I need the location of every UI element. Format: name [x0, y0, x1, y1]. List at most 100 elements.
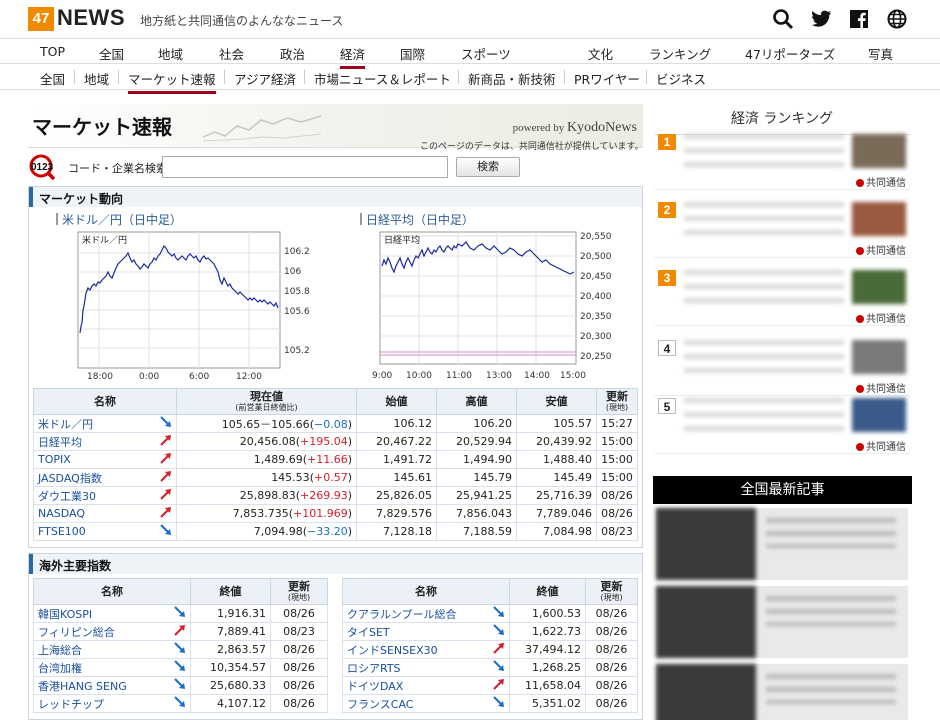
- close-value: 1,916.31: [190, 604, 271, 623]
- facebook-icon[interactable]: [848, 8, 870, 30]
- sub-nav: 全国 地域 マーケット速報 アジア経済 市場ニュース＆レポート 新商品・新技術 …: [0, 64, 940, 94]
- overseas-table-right: 名称 終値 更新 (現地) クアラルンプール総合 1,600.53 08/26 タイSE…: [342, 578, 638, 713]
- nav-47reporters[interactable]: 47リポーターズ: [745, 44, 835, 63]
- ranking-item[interactable]: 5 共同通信: [654, 396, 910, 454]
- ranking-item[interactable]: 3 共同通信: [654, 268, 910, 326]
- twitter-icon[interactable]: [810, 8, 832, 30]
- index-name-link[interactable]: ロシアRTS: [342, 658, 489, 677]
- index-name-link[interactable]: 上海総合: [33, 640, 170, 659]
- subnav-divider: [224, 70, 225, 84]
- index-name-link[interactable]: タイSET: [342, 622, 489, 641]
- news-thumbnail: [656, 586, 756, 658]
- subnav-asia[interactable]: アジア経済: [234, 69, 296, 88]
- trend-up-icon: [489, 640, 510, 659]
- market-row: FTSE100 7,094.98(−33.20) 7,128.18 7,188.59 7…: [33, 522, 638, 541]
- subnav-divider: [646, 70, 647, 84]
- index-name-link[interactable]: 台湾加権: [33, 658, 170, 677]
- usdjpy-chart: 米ドル／円 106.2 106 105.8 105.6 105.2 18:00 …: [77, 231, 310, 382]
- search-input[interactable]: [162, 156, 448, 178]
- high-value: 7,856.043: [436, 504, 517, 523]
- index-name-link[interactable]: インドSENSEX30: [342, 640, 489, 659]
- ranking-item[interactable]: 1 共同通信: [654, 132, 910, 190]
- ranking-item[interactable]: 4 共同通信: [654, 338, 910, 396]
- index-name-link[interactable]: ドイツDAX: [342, 676, 489, 695]
- news-card[interactable]: [656, 508, 908, 580]
- index-name-link[interactable]: 米ドル／円: [33, 414, 156, 433]
- price-change: −33.20: [306, 525, 348, 538]
- ranking-item[interactable]: 2 共同通信: [654, 200, 910, 258]
- subnav-prwire[interactable]: PRワイヤー: [574, 69, 640, 88]
- news-card[interactable]: [656, 664, 908, 720]
- ranking-title: 経済 ランキング: [654, 108, 910, 135]
- kyodo-icon: [856, 247, 864, 255]
- nav-region[interactable]: 地域: [158, 44, 183, 63]
- col-close: 終値: [509, 578, 586, 605]
- low-value: 1,488.40: [516, 450, 597, 469]
- index-name-link[interactable]: レッドチップ: [33, 694, 170, 713]
- site-tagline: 地方紙と共同通信のよんななニュース: [140, 14, 344, 28]
- overseas-row: レッドチップ 4,107.12 08/26: [33, 694, 328, 713]
- search-button[interactable]: 検索: [456, 157, 520, 177]
- low-value: 20,439.92: [516, 432, 597, 451]
- nikkei-chart-title[interactable]: 日経平均（日中足）: [360, 211, 474, 228]
- col-updated-sub: (現地): [600, 592, 623, 602]
- subnav-new-products[interactable]: 新商品・新技術: [468, 69, 556, 88]
- low-value: 25,716.39: [516, 486, 597, 505]
- subnav-region[interactable]: 地域: [84, 69, 109, 88]
- nav-photo[interactable]: 写真: [868, 44, 893, 63]
- nav-national[interactable]: 全国: [99, 44, 124, 63]
- logo-mark[interactable]: 47: [28, 7, 54, 31]
- subnav-national[interactable]: 全国: [40, 69, 65, 88]
- search-icon[interactable]: [772, 8, 794, 30]
- index-name-link[interactable]: フランスCAC: [342, 694, 489, 713]
- usdjpy-inner-label: 米ドル／円: [82, 234, 127, 246]
- index-name-link[interactable]: TOPIX: [33, 450, 156, 469]
- overseas-row: タイSET 1,622.73 08/26: [342, 622, 638, 641]
- news-thumbnail: [656, 664, 756, 720]
- logo-text[interactable]: NEWS: [57, 5, 125, 31]
- index-name-link[interactable]: NASDAQ: [33, 504, 156, 523]
- market-row: JASDAQ指数 145.53(+0.57) 145.61 145.79 145.49 1…: [33, 468, 638, 487]
- nav-sports[interactable]: スポーツ: [461, 44, 511, 63]
- nav-culture[interactable]: 文化: [588, 44, 613, 63]
- high-value: 7,188.59: [436, 522, 517, 541]
- index-name-link[interactable]: JASDAQ指数: [33, 468, 156, 487]
- news-card[interactable]: [656, 586, 908, 658]
- powered-brand: KyodoNews: [567, 120, 637, 135]
- nav-ranking[interactable]: ランキング: [649, 44, 711, 63]
- nikkei-xtick: 11:00: [446, 371, 472, 381]
- index-name-link[interactable]: FTSE100: [33, 522, 156, 541]
- index-name-link[interactable]: 韓国KOSPI: [33, 604, 170, 623]
- nikkei-xtick: 14:00: [524, 371, 550, 381]
- nav-society[interactable]: 社会: [219, 44, 244, 63]
- index-name-link[interactable]: 日経平均: [33, 432, 156, 451]
- col-updated-label: 更新: [288, 579, 310, 593]
- index-name-link[interactable]: 香港HANG SENG: [33, 676, 170, 695]
- col-updated: 更新 (現地): [585, 578, 638, 605]
- usdjpy-xtick: 18:00: [87, 372, 113, 382]
- close-value: 10,354.57: [190, 658, 271, 677]
- index-name-link[interactable]: クアラルンプール総合: [342, 604, 489, 623]
- globe-icon[interactable]: [886, 8, 908, 30]
- subnav-business[interactable]: ビジネス: [656, 69, 706, 88]
- overseas-row: フランスCAC 5,351.02 08/26: [342, 694, 638, 713]
- open-value: 145.61: [356, 468, 437, 487]
- nikkei-xtick: 10:00: [406, 371, 432, 381]
- subnav-market-news[interactable]: 市場ニュース＆レポート: [314, 69, 451, 88]
- nav-top[interactable]: TOP: [40, 44, 65, 59]
- ranking-source-text: 共同通信: [866, 384, 906, 395]
- usdjpy-chart-title[interactable]: 米ドル／円（日中足）: [56, 211, 182, 228]
- nav-international[interactable]: 国際: [400, 44, 425, 63]
- trend-down-icon: [170, 676, 191, 695]
- subnav-divider: [74, 70, 75, 84]
- close-value: 5,351.02: [509, 694, 586, 713]
- index-name-link[interactable]: フィリピン総合: [33, 622, 170, 641]
- subnav-market[interactable]: マーケット速報: [128, 69, 216, 94]
- usdjpy-ytick: 105.2: [284, 346, 310, 356]
- index-name-link[interactable]: ダウ工業30: [33, 486, 156, 505]
- close-value: 25,680.33: [190, 676, 271, 695]
- col-updated-label: 更新: [600, 579, 623, 593]
- usdjpy-ytick: 106.2: [284, 247, 310, 257]
- nav-politics[interactable]: 政治: [280, 44, 305, 63]
- usdjpy-xtick: 12:00: [236, 372, 262, 382]
